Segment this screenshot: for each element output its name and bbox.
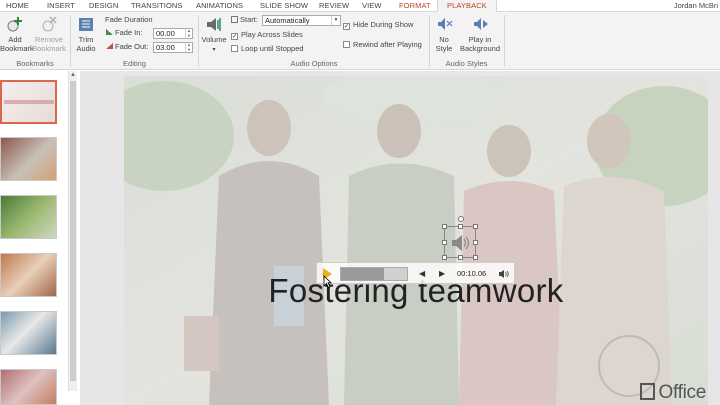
- tab-playback[interactable]: PLAYBACK: [437, 0, 497, 12]
- group-label-audio-styles: Audio Styles: [445, 59, 488, 68]
- volume-button[interactable]: Volume ▾: [200, 14, 228, 55]
- start-dropdown[interactable]: Automatically ▼: [262, 15, 341, 26]
- audio-player-controls: ◀ ▶ 00:10.06: [316, 262, 515, 284]
- resize-handle[interactable]: [442, 224, 447, 229]
- slide-thumbnail-6[interactable]: [0, 369, 57, 405]
- tab-view[interactable]: VIEW: [362, 0, 382, 12]
- audio-progress-bar[interactable]: [340, 267, 408, 281]
- resize-handle[interactable]: [473, 224, 478, 229]
- checkbox-checked-icon: ✓: [231, 33, 238, 40]
- loop-until-stopped-checkbox[interactable]: Loop until Stopped: [231, 43, 304, 54]
- fade-out-spinner[interactable]: 03.00 ▲ ▼: [153, 42, 193, 53]
- office-logo-icon: [639, 383, 655, 400]
- tab-home[interactable]: HOME: [6, 0, 29, 12]
- slide-thumbnail-4[interactable]: [0, 253, 57, 297]
- audio-progress-fill: [341, 268, 384, 280]
- user-name[interactable]: Jordan McBri: [674, 0, 718, 11]
- no-style-button[interactable]: No Style: [431, 14, 457, 53]
- tab-review[interactable]: REVIEW: [319, 0, 349, 12]
- group-label-bookmarks: Bookmarks: [16, 59, 54, 68]
- slide-thumbnail-1[interactable]: [0, 80, 57, 124]
- chevron-down-icon: ▼: [331, 16, 340, 25]
- group-separator: [504, 15, 505, 67]
- resize-handle[interactable]: [473, 240, 478, 245]
- resize-handle[interactable]: [473, 255, 478, 260]
- speaker-icon: [452, 235, 470, 251]
- resize-handle[interactable]: [458, 255, 463, 260]
- audio-object[interactable]: [442, 216, 478, 260]
- resize-handle[interactable]: [442, 255, 447, 260]
- thumbnail-title-preview: [4, 100, 54, 104]
- slide-thumbnail-2[interactable]: [0, 137, 57, 181]
- tab-transitions[interactable]: TRANSITIONS: [131, 0, 183, 12]
- tab-format[interactable]: FORMAT: [399, 0, 431, 12]
- ribbon: Add Bookmark Remove Bookmark Bookmarks T…: [0, 12, 720, 70]
- slide-thumbnail-5[interactable]: [0, 311, 57, 355]
- tab-design[interactable]: DESIGN: [89, 0, 118, 12]
- checkbox-icon: [231, 45, 238, 52]
- next-icon[interactable]: ▶: [439, 267, 445, 280]
- rotate-handle-icon[interactable]: [458, 216, 464, 222]
- scrollbar-thumb[interactable]: [70, 81, 76, 381]
- group-separator: [198, 15, 199, 67]
- trim-audio-button[interactable]: Trim Audio: [73, 14, 99, 53]
- fade-out-icon: [106, 43, 113, 49]
- tab-slide-show[interactable]: SLIDE SHOW: [260, 0, 308, 12]
- fade-in-icon: [106, 29, 113, 35]
- mouse-cursor-icon: [323, 275, 332, 288]
- fade-out-row: Fade Out:: [106, 41, 148, 52]
- remove-bookmark-button[interactable]: Remove Bookmark: [31, 14, 67, 53]
- play-in-background-icon: [474, 18, 488, 30]
- previous-icon[interactable]: ◀: [419, 267, 425, 280]
- slide-thumbnail-3[interactable]: [0, 195, 57, 239]
- checkbox-icon: [343, 41, 350, 48]
- slide-work-area: Fostering teamwork Office ◀ ▶ 00:10.06: [80, 71, 720, 405]
- hide-during-show-checkbox[interactable]: ✓ Hide During Show: [343, 19, 413, 30]
- scroll-up-icon[interactable]: ▲: [69, 71, 77, 79]
- fade-in-spinner[interactable]: 00.00 ▲ ▼: [153, 28, 193, 39]
- volume-icon: [207, 18, 221, 31]
- group-label-editing: Editing: [123, 59, 146, 68]
- slide-background-photo: [124, 76, 708, 405]
- remove-bookmark-icon: [42, 16, 57, 32]
- trim-audio-icon: [79, 18, 93, 31]
- spinner-arrows-icon[interactable]: ▲ ▼: [185, 42, 192, 52]
- checkbox-checked-icon: ✓: [343, 23, 350, 30]
- add-bookmark-button[interactable]: Add Bookmark: [0, 14, 34, 53]
- fade-duration-label: Fade Duration: [105, 15, 153, 24]
- add-bookmark-icon: [7, 17, 22, 32]
- start-icon: [231, 16, 238, 23]
- audio-timecode: 00:10.06: [457, 269, 487, 278]
- thumbnail-scrollbar[interactable]: ▲: [68, 71, 77, 391]
- start-row: Start:: [231, 14, 258, 25]
- group-label-audio-options: Audio Options: [290, 59, 338, 68]
- play-across-slides-checkbox[interactable]: ✓ Play Across Slides: [231, 29, 303, 40]
- group-separator: [70, 15, 71, 67]
- tab-animations[interactable]: ANIMATIONS: [196, 0, 243, 12]
- ribbon-tab-bar: HOME INSERT DESIGN TRANSITIONS ANIMATION…: [0, 0, 720, 12]
- volume-small-icon[interactable]: [498, 269, 509, 279]
- play-in-background-button[interactable]: Play in Background: [458, 14, 502, 53]
- chevron-down-icon: ▾: [212, 47, 216, 53]
- rewind-after-playing-checkbox[interactable]: Rewind after Playing: [343, 39, 422, 50]
- resize-handle[interactable]: [458, 224, 463, 229]
- slide-canvas[interactable]: Fostering teamwork Office ◀ ▶ 00:10.06: [124, 76, 708, 405]
- resize-handle[interactable]: [442, 240, 447, 245]
- tab-insert[interactable]: INSERT: [47, 0, 75, 12]
- office-logo: Office: [639, 382, 706, 404]
- fade-in-row: Fade In:: [106, 27, 143, 38]
- no-style-icon: [438, 18, 453, 30]
- spinner-arrows-icon[interactable]: ▲ ▼: [185, 28, 192, 38]
